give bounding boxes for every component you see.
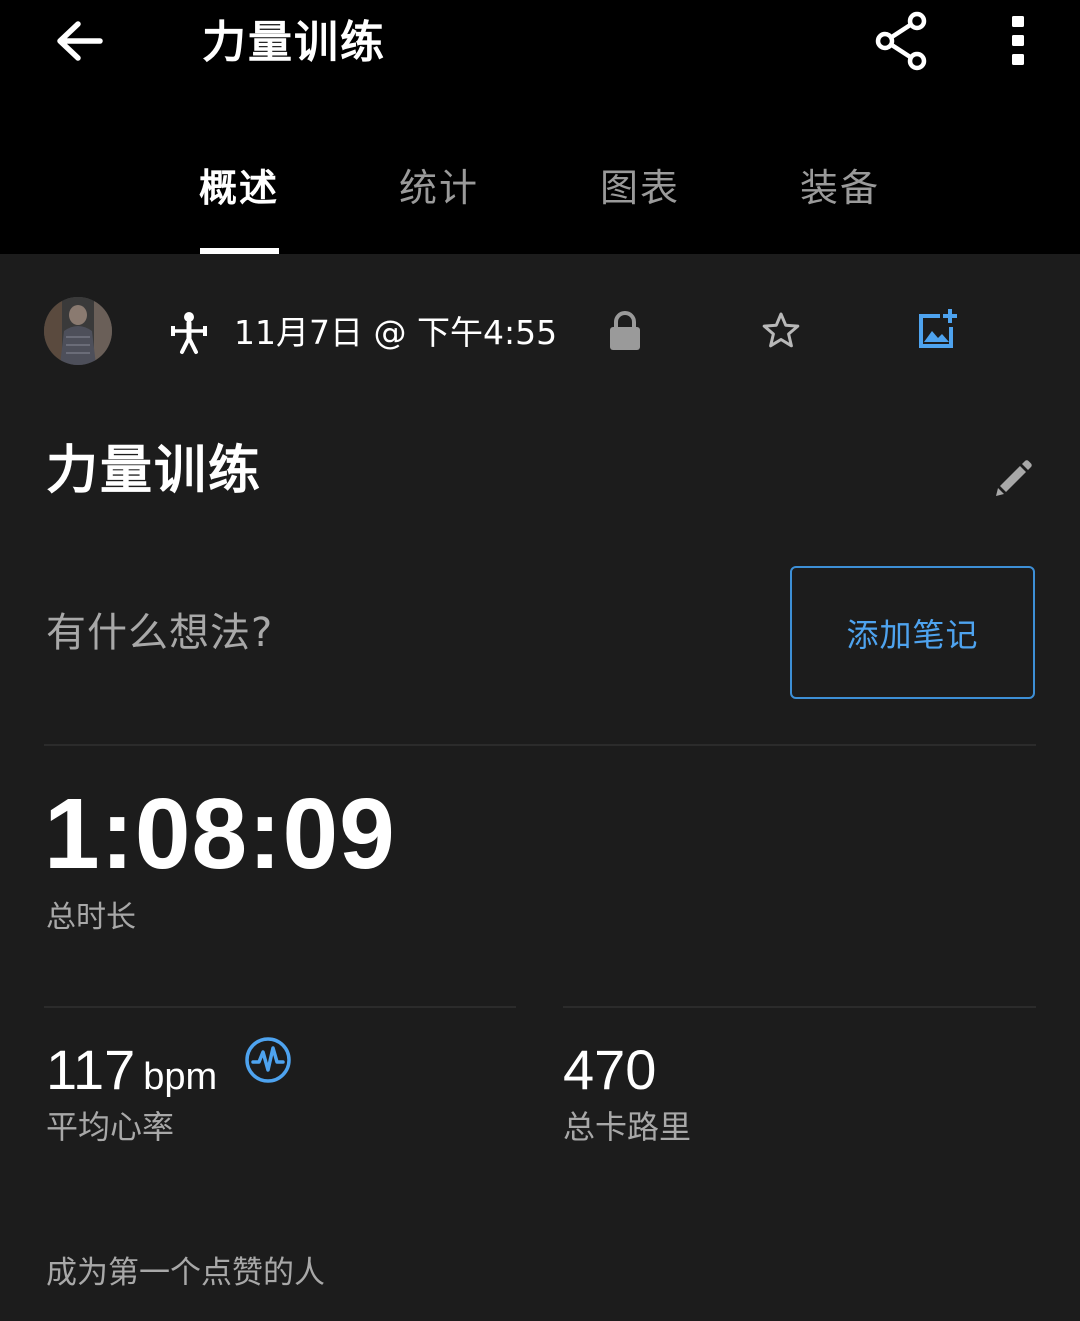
activity-title: 力量训练	[46, 441, 263, 501]
total-calories-label: 总卡路里	[563, 1108, 692, 1146]
tab-statistics[interactable]: 统计	[396, 160, 482, 254]
avg-heart-rate-unit: bpm	[143, 1056, 218, 1098]
divider	[563, 1006, 1036, 1008]
favorite-button[interactable]	[758, 308, 804, 358]
first-like-prompt[interactable]: 成为第一个点赞的人	[46, 1250, 325, 1296]
back-button[interactable]	[44, 12, 114, 74]
avg-heart-rate-label: 平均心率	[46, 1108, 175, 1146]
app-bar-title: 力量训练	[202, 17, 386, 68]
arrow-left-icon	[54, 19, 104, 67]
add-photo-icon	[916, 307, 960, 355]
tab-charts[interactable]: 图表	[597, 160, 683, 254]
total-calories-value: 470	[563, 1038, 657, 1101]
more-vert-icon	[1010, 14, 1026, 72]
star-outline-icon	[761, 311, 801, 355]
tab-overview[interactable]: 概述	[196, 160, 282, 254]
avatar[interactable]	[44, 297, 112, 365]
activity-datetime: 11月7日 @ 下午4:55	[234, 313, 558, 352]
avg-heart-rate-number: 117	[46, 1038, 136, 1101]
divider	[44, 1006, 516, 1008]
lock-icon	[608, 310, 642, 356]
share-button[interactable]	[868, 10, 934, 76]
total-duration-label: 总时长	[46, 900, 136, 935]
add-note-button[interactable]: 添加笔记	[790, 566, 1035, 699]
pencil-icon	[992, 456, 1034, 502]
notes-prompt[interactable]: 有什么想法?	[46, 604, 273, 662]
tab-gear[interactable]: 装备	[797, 160, 883, 254]
avg-heart-rate-value: 117 bpm	[46, 1034, 217, 1113]
app-bar: 力量训练 概述 统计 图表 装备	[0, 0, 1080, 254]
privacy-button[interactable]	[604, 308, 646, 358]
heart-rate-pulse-icon[interactable]	[244, 1036, 292, 1084]
total-duration-value: 1:08:09	[44, 778, 396, 890]
more-options-button[interactable]	[990, 10, 1046, 76]
edit-title-button[interactable]	[988, 454, 1038, 504]
strength-training-icon	[168, 310, 210, 356]
divider	[44, 744, 1036, 746]
share-icon	[873, 11, 929, 75]
active-tab-indicator	[200, 248, 279, 254]
add-photo-button[interactable]	[914, 306, 962, 356]
